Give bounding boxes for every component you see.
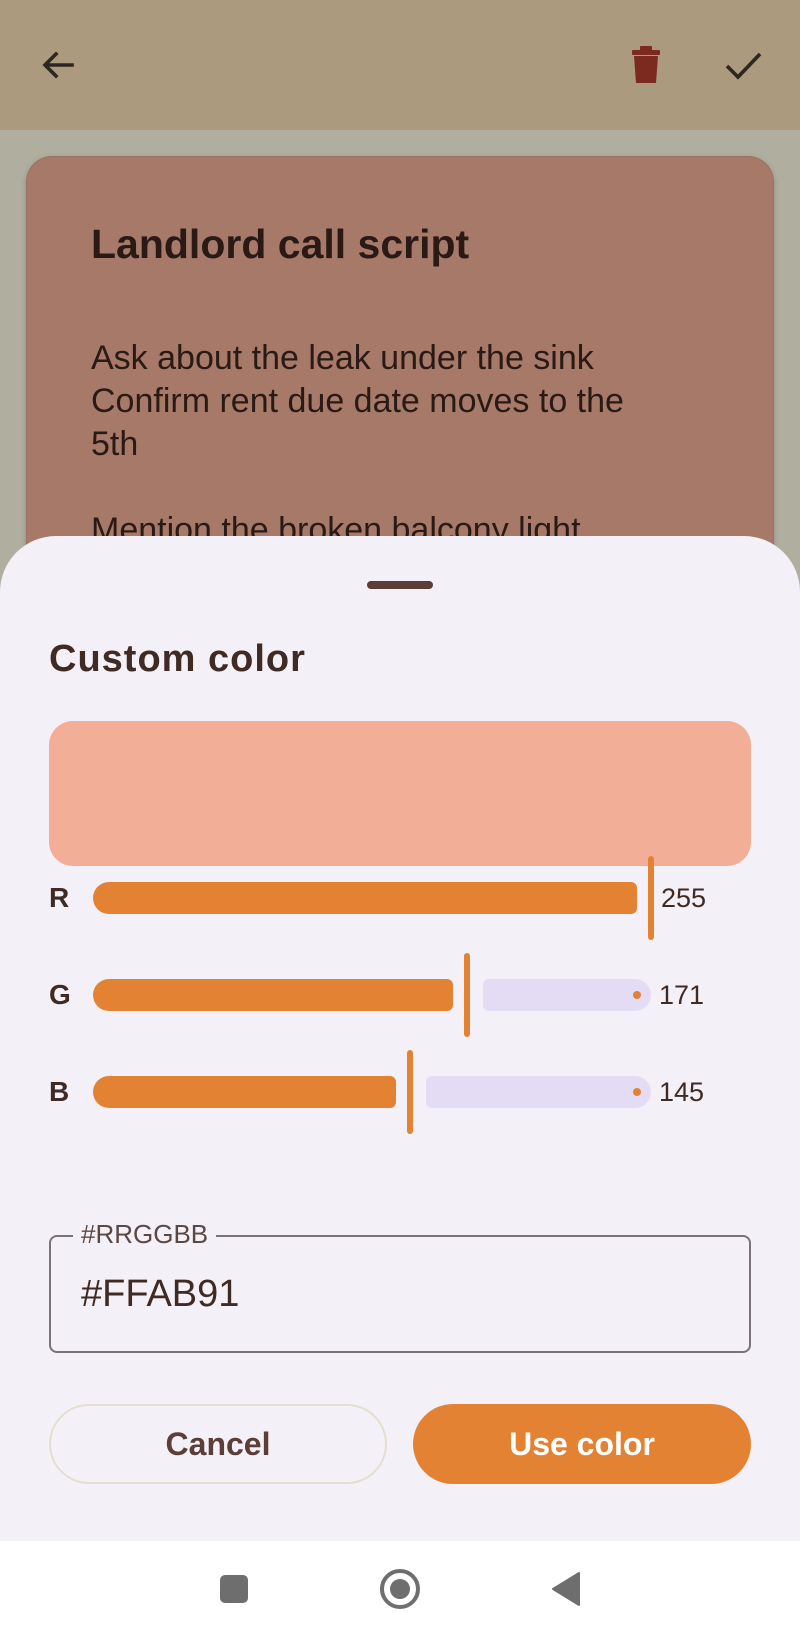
green-slider[interactable]	[93, 945, 673, 1045]
use-color-button[interactable]: Use color	[413, 1404, 751, 1484]
drag-handle[interactable]	[367, 581, 433, 589]
arrow-back-icon	[42, 51, 74, 79]
save-button[interactable]	[711, 33, 775, 97]
slider-value-green: 171	[659, 980, 705, 1010]
color-preview	[49, 721, 751, 866]
slider-active-track	[93, 979, 453, 1011]
hex-field[interactable]: #RRGGBB	[49, 1219, 751, 1353]
slider-stop-indicator	[633, 991, 641, 999]
top-app-bar	[0, 0, 800, 130]
cancel-button[interactable]: Cancel	[49, 1404, 387, 1484]
system-nav-bar	[0, 1541, 800, 1638]
blue-slider[interactable]	[93, 1042, 673, 1142]
note-line: Confirm rent due date moves to the	[91, 382, 624, 420]
hex-field-label: #RRGGBB	[73, 1219, 217, 1250]
home-button[interactable]	[370, 1559, 430, 1619]
slider-thumb[interactable]	[648, 856, 654, 940]
slider-thumb[interactable]	[407, 1050, 413, 1134]
slider-row-red: R 255	[0, 848, 800, 948]
note-line	[91, 466, 691, 509]
slider-label-red: R	[49, 882, 70, 913]
check-icon	[725, 52, 762, 80]
slider-inactive-track	[426, 1076, 651, 1108]
slider-stop-indicator	[633, 1088, 641, 1096]
slider-active-track	[93, 1076, 396, 1108]
slider-row-blue: B 145	[0, 1042, 800, 1142]
slider-row-green: G 171	[0, 945, 800, 1045]
note-line: 5th	[91, 425, 139, 463]
note-title: Landlord call script	[91, 221, 470, 267]
back-button[interactable]	[26, 33, 90, 97]
custom-color-sheet: Custom color R 255 G 171 B 145 #RRGGBB #…	[0, 536, 800, 1541]
slider-label-green: G	[49, 979, 71, 1010]
slider-value-red: 255	[661, 883, 707, 913]
square-icon	[220, 1575, 248, 1603]
red-slider[interactable]	[93, 848, 673, 948]
circle-home-icon	[380, 1569, 420, 1609]
slider-label-blue: B	[49, 1076, 70, 1107]
slider-thumb[interactable]	[464, 953, 470, 1037]
slider-inactive-track	[483, 979, 651, 1011]
trash-icon	[632, 46, 660, 83]
slider-active-track	[93, 882, 637, 914]
recents-button[interactable]	[204, 1559, 264, 1619]
sheet-title: Custom color	[49, 638, 306, 680]
triangle-back-icon	[552, 1572, 580, 1606]
delete-button[interactable]	[614, 33, 678, 97]
note-body: Ask about the leak under the sink Confir…	[91, 337, 691, 552]
nav-back-button[interactable]	[536, 1559, 596, 1619]
hex-input[interactable]	[81, 1273, 701, 1316]
slider-value-blue: 145	[659, 1077, 705, 1107]
note-line: Ask about the leak under the sink	[91, 339, 594, 377]
